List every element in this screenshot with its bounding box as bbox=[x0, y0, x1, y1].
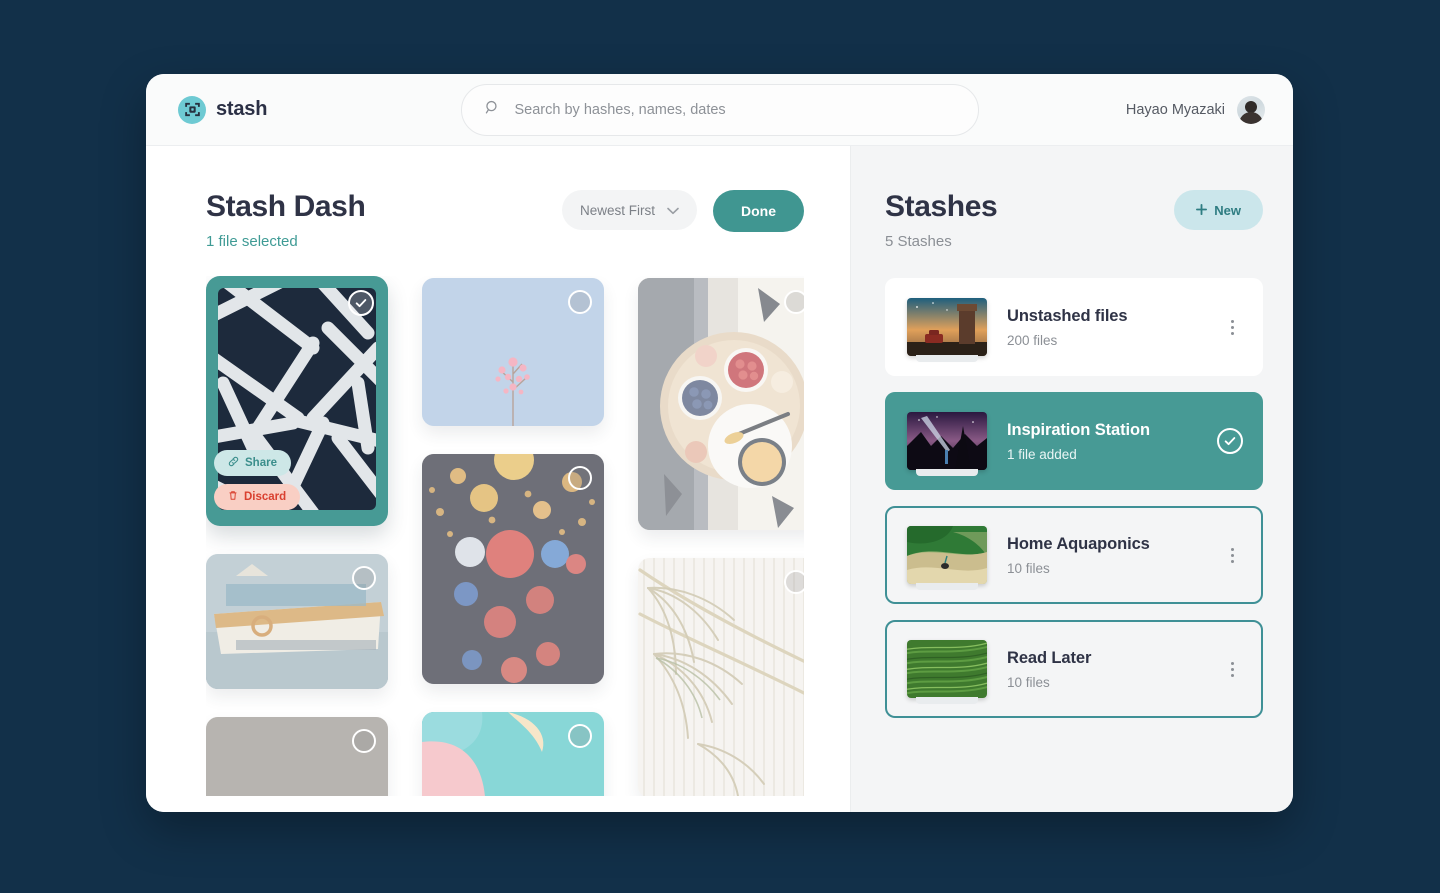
stash-file-count: 10 files bbox=[1007, 674, 1050, 690]
kebab-menu-icon[interactable] bbox=[1221, 656, 1243, 682]
search-box[interactable] bbox=[460, 83, 979, 136]
page-title: Stash Dash bbox=[206, 190, 366, 223]
circle-unchecked-icon[interactable] bbox=[784, 570, 804, 594]
thumbnail-base bbox=[916, 469, 978, 476]
done-button[interactable]: Done bbox=[713, 190, 804, 232]
new-stash-button[interactable]: New bbox=[1174, 190, 1263, 230]
list-item[interactable]: Inspiration Station 1 file added bbox=[885, 392, 1263, 490]
stash-logo-icon bbox=[178, 95, 206, 124]
kebab-menu-icon[interactable] bbox=[1221, 542, 1243, 568]
stash-thumbnail bbox=[907, 526, 987, 584]
discard-button[interactable]: Discard bbox=[214, 484, 301, 510]
circle-unchecked-icon[interactable] bbox=[784, 290, 804, 314]
user-name: Hayao Myazaki bbox=[1125, 101, 1225, 118]
sort-dropdown-label: Newest First bbox=[579, 202, 655, 218]
stash-file-count: 10 files bbox=[1007, 560, 1050, 576]
selection-status: 1 file selected bbox=[206, 233, 298, 250]
stashes-title: Stashes bbox=[885, 190, 998, 223]
stash-thumbnail-wrap bbox=[907, 640, 987, 704]
discard-button-label: Discard bbox=[244, 491, 287, 503]
stash-name: Home Aquaponics bbox=[1007, 534, 1150, 553]
search-icon bbox=[484, 99, 501, 121]
user-area[interactable]: Hayao Myazaki bbox=[1125, 95, 1265, 124]
stash-thumbnail bbox=[907, 298, 987, 356]
stash-file-count: 200 files bbox=[1007, 332, 1058, 348]
share-button[interactable]: Share bbox=[214, 450, 291, 476]
grid-column-1: Share Discard bbox=[206, 276, 388, 796]
search-container bbox=[460, 83, 979, 136]
check-circle-icon[interactable] bbox=[348, 290, 374, 316]
avatar[interactable] bbox=[1237, 95, 1265, 124]
stashes-count: 5 Stashes bbox=[885, 233, 952, 250]
photo-tile[interactable] bbox=[638, 278, 804, 530]
thumbnail-base bbox=[916, 583, 978, 590]
thumbnail-base bbox=[916, 697, 978, 704]
stashes-panel: Stashes 5 Stashes New Unstashed files 20… bbox=[850, 146, 1293, 812]
photo-tile[interactable] bbox=[422, 454, 604, 684]
app-window: stash Hayao Myazaki bbox=[146, 74, 1293, 812]
tile-actions: Share Discard bbox=[214, 450, 301, 510]
stash-name: Unstashed files bbox=[1007, 306, 1128, 325]
photo-grid: Share Discard bbox=[206, 276, 804, 796]
stash-text: Unstashed files 200 files bbox=[1007, 307, 1201, 348]
avatar-body bbox=[1239, 111, 1263, 124]
dash-title-block: Stash Dash 1 file selected bbox=[206, 190, 546, 250]
photo-tile[interactable] bbox=[422, 278, 604, 426]
avatar-head bbox=[1245, 100, 1257, 113]
grid-column-2 bbox=[422, 276, 604, 796]
circle-unchecked-icon[interactable] bbox=[568, 290, 592, 314]
stashes-title-block: Stashes 5 Stashes bbox=[885, 190, 998, 250]
stash-thumbnail bbox=[907, 412, 987, 470]
stash-thumbnail bbox=[907, 640, 987, 698]
stash-thumbnail-wrap bbox=[907, 298, 987, 362]
stash-name: Inspiration Station bbox=[1007, 420, 1150, 439]
list-item[interactable]: Unstashed files 200 files bbox=[885, 278, 1263, 376]
stash-text: Read Later 10 files bbox=[1007, 649, 1201, 690]
photo-tile[interactable] bbox=[206, 554, 388, 689]
brand-name: stash bbox=[216, 98, 268, 120]
stash-text: Inspiration Station 1 file added bbox=[1007, 421, 1197, 462]
kebab-menu-icon[interactable] bbox=[1221, 314, 1243, 340]
list-item[interactable]: Home Aquaponics 10 files bbox=[885, 506, 1263, 604]
stash-list: Unstashed files 200 files Inspiration St… bbox=[885, 278, 1263, 718]
main-body: Stash Dash 1 file selected Newest First … bbox=[146, 146, 1293, 812]
stash-name: Read Later bbox=[1007, 648, 1092, 667]
circle-unchecked-icon[interactable] bbox=[568, 724, 592, 748]
share-button-label: Share bbox=[245, 457, 277, 469]
photo-tile[interactable] bbox=[638, 558, 804, 796]
circle-unchecked-icon[interactable] bbox=[352, 729, 376, 753]
stash-dash-panel: Stash Dash 1 file selected Newest First … bbox=[146, 146, 850, 812]
check-circle-icon[interactable] bbox=[1217, 428, 1243, 454]
search-input[interactable] bbox=[514, 101, 956, 118]
plus-icon bbox=[1196, 203, 1208, 218]
sort-dropdown[interactable]: Newest First bbox=[561, 190, 697, 230]
stash-text: Home Aquaponics 10 files bbox=[1007, 535, 1201, 576]
grid-column-3 bbox=[638, 276, 804, 796]
photo-tile[interactable] bbox=[422, 712, 604, 796]
link-icon bbox=[228, 456, 239, 470]
photo-tile[interactable] bbox=[206, 717, 388, 796]
dash-header: Stash Dash 1 file selected Newest First … bbox=[206, 190, 804, 250]
thumbnail-base bbox=[916, 355, 978, 362]
new-stash-label: New bbox=[1214, 202, 1241, 218]
trash-icon bbox=[228, 490, 238, 504]
circle-unchecked-icon[interactable] bbox=[352, 566, 376, 590]
list-item[interactable]: Read Later 10 files bbox=[885, 620, 1263, 718]
stashes-header: Stashes 5 Stashes New bbox=[885, 190, 1263, 250]
stash-file-count: 1 file added bbox=[1007, 446, 1077, 462]
circle-unchecked-icon[interactable] bbox=[568, 466, 592, 490]
app-header: stash Hayao Myazaki bbox=[146, 74, 1293, 146]
photo-tile-selected[interactable]: Share Discard bbox=[206, 276, 388, 526]
stash-thumbnail-wrap bbox=[907, 412, 987, 476]
chevron-down-icon bbox=[667, 203, 679, 218]
stash-thumbnail-wrap bbox=[907, 526, 987, 590]
brand-logo[interactable]: stash bbox=[178, 95, 268, 124]
